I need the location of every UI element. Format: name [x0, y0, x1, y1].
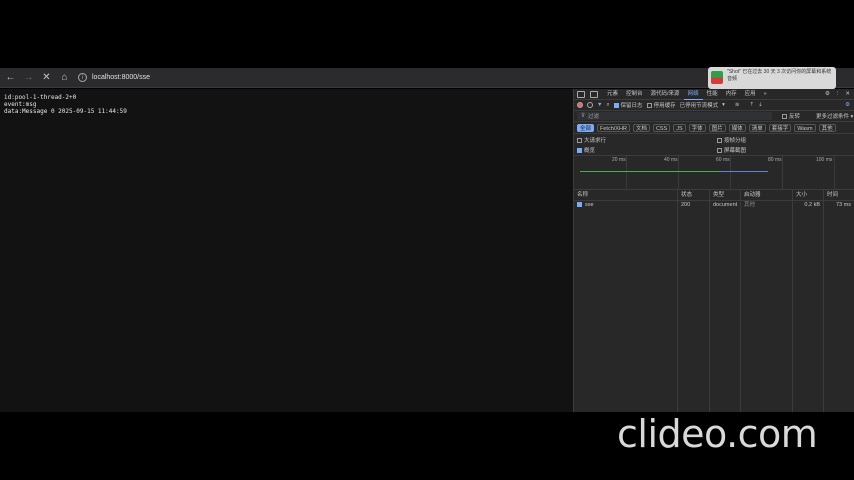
more-filters-dropdown[interactable]: 更多过滤条件 ▾: [816, 112, 853, 120]
wifi-icon[interactable]: ≋: [735, 102, 740, 108]
column-divider: [793, 207, 824, 412]
column-size[interactable]: 大小: [793, 190, 824, 200]
column-time[interactable]: 时间: [824, 190, 854, 200]
resource-type-filters: 全部 Fetch/XHR 文档 CSS JS 字体 图片 媒体 清单 套接字 W…: [574, 122, 854, 134]
timeline-tick-label: 60 ms: [716, 157, 730, 163]
settings-icon[interactable]: ⚙: [825, 91, 830, 97]
tab-elements[interactable]: 元素: [603, 89, 622, 100]
arrow-right-icon[interactable]: →: [21, 70, 36, 85]
notification-text: "Shot" 已在过去 30 天 3 次访问你的屏幕和系统音频: [727, 69, 832, 82]
close-devtools-icon[interactable]: ✕: [845, 91, 850, 97]
network-overview-timeline[interactable]: 20 ms 40 ms 60 ms 80 ms 100 ms: [574, 156, 854, 190]
column-divider: [574, 207, 678, 412]
column-name[interactable]: 名称: [574, 190, 678, 200]
download-icon[interactable]: ⇣: [758, 102, 763, 108]
tab-application[interactable]: 应用: [741, 89, 760, 100]
type-filter-media[interactable]: 媒体: [728, 123, 746, 132]
column-status[interactable]: 状态: [678, 190, 710, 200]
disable-cache-checkbox[interactable]: 停用缓存: [646, 101, 676, 109]
arrow-left-icon[interactable]: ←: [3, 70, 18, 85]
timeline-tick-label: 100 ms: [816, 157, 833, 163]
more-tabs-button[interactable]: »: [760, 89, 771, 100]
timeline-download-bar: [720, 171, 768, 172]
type-filter-manifest[interactable]: 清单: [748, 123, 766, 132]
type-filter-js[interactable]: JS: [673, 123, 686, 132]
screen-recording-notification[interactable]: "Shot" 已在过去 30 天 3 次访问你的屏幕和系统音频: [708, 67, 836, 89]
info-icon[interactable]: i: [78, 73, 87, 82]
timeline-waiting-bar: [580, 171, 720, 172]
inspect-icon[interactable]: [577, 90, 585, 98]
preserve-log-checkbox[interactable]: 保留日志: [613, 101, 643, 109]
tab-console[interactable]: 控制台: [622, 89, 647, 100]
watermark-text: clideo.com: [617, 412, 818, 456]
type-filter-socket[interactable]: 套接字: [768, 123, 792, 132]
home-icon[interactable]: ⌂: [57, 70, 72, 85]
network-toolbar: ▼ ⌕ 保留日志 停用缓存 已停用节流模式 ▾ ≋ ⇡ ⇣ ⚙: [574, 100, 854, 111]
clear-icon[interactable]: [587, 102, 593, 108]
tab-network[interactable]: 网络: [683, 89, 703, 100]
upload-icon[interactable]: ⇡: [749, 102, 754, 108]
device-toolbar-icon[interactable]: [590, 90, 598, 98]
app-logo-icon: [711, 71, 724, 84]
timeline-tick-label: 20 ms: [612, 157, 626, 163]
type-filter-img[interactable]: 图片: [708, 123, 726, 132]
url-text: localhost:8000/sse: [92, 74, 150, 81]
tab-memory[interactable]: 内存: [722, 89, 741, 100]
filter-funnel-icon: ⊽: [581, 113, 586, 119]
close-icon[interactable]: ✕: [39, 70, 54, 85]
letterbox-top: [0, 0, 854, 68]
sse-output: id:pool-1-thread-2+0 event:msg data:Mess…: [4, 94, 127, 115]
throttle-select[interactable]: 已停用节流模式: [680, 101, 719, 109]
big-rows-checkbox[interactable]: 大请求行: [577, 136, 606, 144]
type-filter-fetch[interactable]: Fetch/XHR: [597, 123, 630, 132]
invert-checkbox[interactable]: 反转: [782, 112, 800, 120]
type-filter-other[interactable]: 其他: [818, 123, 836, 132]
column-divider: [741, 207, 793, 412]
group-by-frame-checkbox[interactable]: 按帧分组: [717, 136, 746, 144]
column-divider: [710, 207, 741, 412]
timeline-tick-label: 80 ms: [768, 157, 782, 163]
more-options-icon[interactable]: ⋮: [835, 91, 841, 97]
address-bar[interactable]: i localhost:8000/sse: [78, 71, 150, 85]
search-icon[interactable]: ⌕: [606, 102, 609, 109]
tab-sources[interactable]: 源代码/来源: [647, 89, 684, 100]
record-icon[interactable]: [577, 102, 583, 108]
timeline-tick: [678, 156, 679, 190]
network-options: 大请求行 按帧分组 概览 屏幕截图: [574, 134, 854, 156]
type-filter-all[interactable]: 全部: [577, 123, 595, 132]
request-time: 73 ms: [836, 202, 851, 208]
column-divider: [678, 207, 710, 412]
filter-bar: ⊽ 过滤 反转 更多过滤条件 ▾: [574, 111, 854, 122]
filter-input[interactable]: ⊽ 过滤: [577, 112, 772, 120]
type-filter-font[interactable]: 字体: [688, 123, 706, 132]
network-settings-icon[interactable]: ⚙: [845, 102, 850, 108]
timeline-tick: [626, 156, 627, 190]
devtools-panel: 元素 控制台 源代码/来源 网络 性能 内存 应用 » ⚙ ⋮ ✕ ▼ ⌕ 保留…: [573, 89, 854, 412]
timeline-tick: [834, 156, 835, 190]
request-table-header: 名称 状态 类型 启动器 大小 时间: [574, 190, 854, 201]
timeline-tick: [730, 156, 731, 190]
type-filter-doc[interactable]: 文档: [632, 123, 650, 132]
timeline-tick-label: 40 ms: [664, 157, 678, 163]
filter-icon[interactable]: ▼: [597, 102, 602, 108]
page-content: id:pool-1-thread-2+0 event:msg data:Mess…: [0, 89, 573, 412]
screenshots-checkbox[interactable]: 屏幕截图: [717, 146, 746, 154]
timeline-tick: [782, 156, 783, 190]
type-filter-wasm[interactable]: Wasm: [794, 123, 816, 132]
column-type[interactable]: 类型: [710, 190, 741, 200]
type-filter-css[interactable]: CSS: [652, 123, 671, 132]
overview-checkbox[interactable]: 概览: [577, 146, 595, 154]
devtools-tabbar: 元素 控制台 源代码/来源 网络 性能 内存 应用 » ⚙ ⋮ ✕: [574, 89, 854, 100]
column-initiator[interactable]: 启动器: [741, 190, 793, 200]
tab-performance[interactable]: 性能: [703, 89, 722, 100]
chevron-down-icon[interactable]: ▾: [722, 102, 725, 108]
